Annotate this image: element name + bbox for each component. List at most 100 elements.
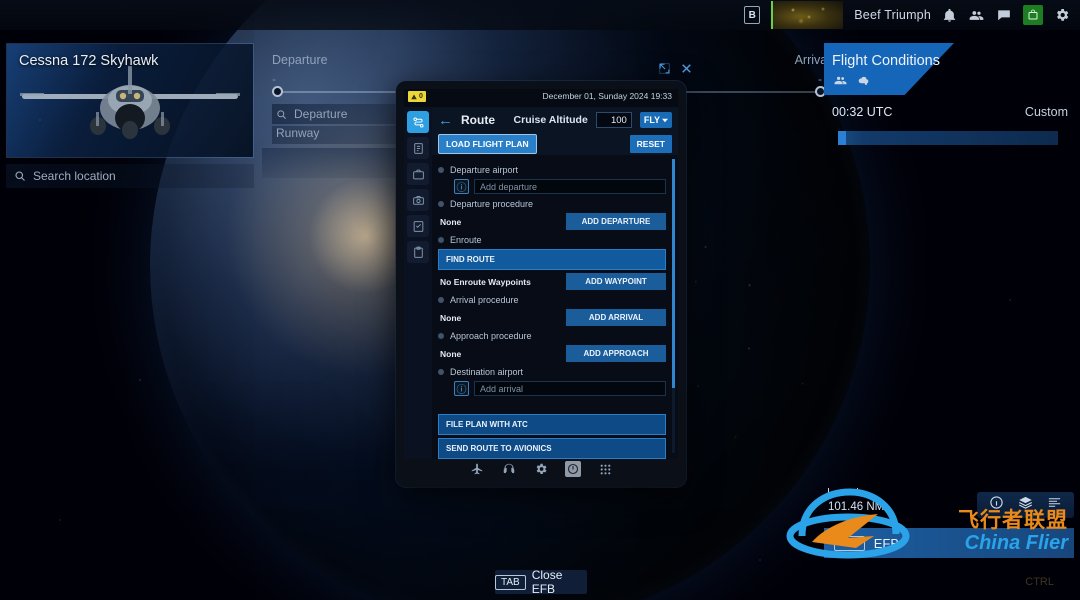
flight-conditions-title: Flight Conditions	[832, 53, 940, 69]
search-icon	[277, 109, 286, 119]
add-arrival-button[interactable]: ADD ARRIVAL	[566, 309, 666, 326]
aircraft-name: Cessna 172 Skyhawk	[19, 53, 159, 69]
send-route-to-avionics-button[interactable]: SEND ROUTE TO AVIONICS	[438, 438, 666, 459]
load-flight-plan-button[interactable]: LOAD FLIGHT PLAN	[438, 134, 537, 154]
bullet-dot	[438, 369, 444, 375]
chat-icon[interactable]	[996, 8, 1012, 22]
info-icon[interactable]: ⓘ	[454, 179, 469, 194]
flight-conditions-time: 00:32 UTC	[832, 105, 893, 119]
reset-button[interactable]: RESET	[629, 135, 672, 153]
flight-conditions-preset[interactable]: Custom	[1025, 105, 1068, 119]
add-departure-button[interactable]: ADD DEPARTURE	[566, 213, 666, 230]
friends-icon[interactable]	[968, 8, 985, 23]
efb-header: ← Route Cruise Altitude 100 FLY	[432, 107, 678, 133]
departure-node[interactable]	[272, 86, 283, 97]
enroute-waypoints-value: No Enroute Waypoints	[440, 276, 531, 287]
efb-scroll-area[interactable]: Departure airport ⓘ Add departure Depart…	[432, 155, 678, 459]
efb-sidebar	[404, 107, 432, 459]
bullet-dot	[438, 167, 444, 173]
bell-icon[interactable]	[942, 8, 957, 23]
map-tools	[977, 492, 1074, 518]
legend-icon[interactable]	[1047, 495, 1062, 515]
enroute-label: Enroute	[450, 235, 482, 245]
departure-airport-row: ⓘ Add departure	[454, 179, 666, 194]
layers-icon[interactable]	[1018, 495, 1033, 515]
weather-cloud-icon	[858, 76, 869, 85]
time-of-day-slider[interactable]	[838, 131, 1058, 145]
approach-procedure-section-header: Approach procedure	[438, 331, 666, 341]
arrival-procedure-row: None ADD ARRIVAL	[438, 309, 666, 326]
fs-marketplace-icon[interactable]	[1023, 5, 1043, 25]
enroute-waypoints-row: No Enroute Waypoints ADD WAYPOINT	[438, 273, 666, 290]
add-waypoint-button[interactable]: ADD WAYPOINT	[566, 273, 666, 290]
info-icon[interactable]: ⓘ	[454, 381, 469, 396]
sidebar-item-briefcase[interactable]	[407, 163, 429, 185]
arrival-value: -	[818, 72, 822, 86]
efb-warning-count: 0	[419, 93, 423, 100]
avatar[interactable]	[771, 1, 844, 29]
bullet-dot	[438, 201, 444, 207]
destination-airport-row: ⓘ Add arrival	[454, 381, 666, 396]
efb-action-row: LOAD FLIGHT PLAN RESET	[432, 133, 678, 155]
departure-procedure-label: Departure procedure	[450, 199, 534, 209]
departure-airport-section-header: Departure airport	[438, 165, 666, 175]
sidebar-item-camera[interactable]	[407, 189, 429, 211]
departure-procedure-row: None ADD DEPARTURE	[438, 213, 666, 230]
headset-icon[interactable]	[501, 461, 517, 477]
username-label: Beef Triumph	[854, 8, 931, 22]
flight-conditions-panel[interactable]: Flight Conditions 00:32 UTC Custom	[824, 43, 1074, 158]
close-efb-label: Close EFB	[531, 568, 563, 596]
top-bar-right-cluster: B Beef Triumph	[744, 0, 1080, 30]
sidebar-item-route[interactable]	[407, 111, 429, 133]
sidebar-item-checklist[interactable]	[407, 215, 429, 237]
aircraft-illustration	[20, 65, 240, 139]
find-route-button[interactable]: FIND ROUTE	[438, 249, 666, 270]
bullet-dot	[438, 297, 444, 303]
settings-gear-icon[interactable]	[1054, 7, 1070, 23]
map-scale-distance: 101.46 NM	[828, 501, 885, 513]
bullet-dot	[438, 237, 444, 243]
bullet-dot	[438, 333, 444, 339]
departure-airport-input[interactable]: Add departure	[474, 179, 666, 194]
arrival-procedure-label: Arrival procedure	[450, 295, 519, 305]
efb-key-cap: TAB	[834, 535, 865, 551]
info-icon[interactable]	[989, 495, 1004, 515]
sidebar-item-clipboard[interactable]	[407, 241, 429, 263]
efb-tab-button[interactable]: TAB EFB	[824, 528, 1074, 558]
departure-procedure-section-header: Departure procedure	[438, 199, 666, 209]
search-icon	[15, 171, 25, 181]
efb-tablet[interactable]: 0 December 01, Sunday 2024 19:33 ← Route…	[396, 81, 686, 487]
fly-dropdown-button[interactable]: FLY	[639, 112, 672, 128]
back-arrow-icon[interactable]: ←	[438, 113, 453, 128]
map-scale-bar	[828, 488, 858, 495]
efb-screen: 0 December 01, Sunday 2024 19:33 ← Route…	[404, 89, 678, 459]
apps-grid-icon[interactable]	[597, 461, 613, 477]
power-icon[interactable]	[565, 461, 581, 477]
efb-scrollbar-track[interactable]	[672, 159, 675, 453]
profile-badge[interactable]: B	[744, 6, 761, 24]
ctrl-hint-label: CTRL	[1025, 576, 1054, 588]
close-efb-key-cap: TAB	[495, 574, 526, 590]
add-approach-button[interactable]: ADD APPROACH	[566, 345, 666, 362]
popout-icon[interactable]	[656, 60, 672, 76]
efb-warning-badge[interactable]: 0	[408, 91, 426, 102]
destination-airport-label: Destination airport	[450, 367, 524, 377]
approach-procedure-label: Approach procedure	[450, 331, 532, 341]
sidebar-item-navlog[interactable]	[407, 137, 429, 159]
flight-conditions-banner	[824, 43, 954, 95]
efb-content: ← Route Cruise Altitude 100 FLY LOAD FLI…	[432, 107, 678, 459]
gear-icon[interactable]	[533, 461, 549, 477]
file-plan-with-atc-button[interactable]: FILE PLAN WITH ATC	[438, 414, 666, 435]
efb-scrollbar-thumb[interactable]	[672, 159, 675, 389]
destination-airport-input[interactable]: Add arrival	[474, 381, 666, 396]
close-efb-button[interactable]: TAB Close EFB	[495, 568, 587, 596]
aircraft-card[interactable]: Cessna 172 Skyhawk	[6, 43, 254, 158]
aircraft-icon[interactable]	[469, 461, 485, 477]
departure-label: Departure	[272, 53, 328, 67]
time-of-day-slider-knob[interactable]	[838, 131, 846, 145]
approach-procedure-value: None	[440, 348, 462, 359]
cruise-altitude-input[interactable]: 100	[595, 112, 632, 128]
close-icon[interactable]	[678, 60, 694, 76]
search-location-input[interactable]: Search location	[6, 164, 254, 188]
arrival-procedure-value: None	[440, 312, 462, 323]
